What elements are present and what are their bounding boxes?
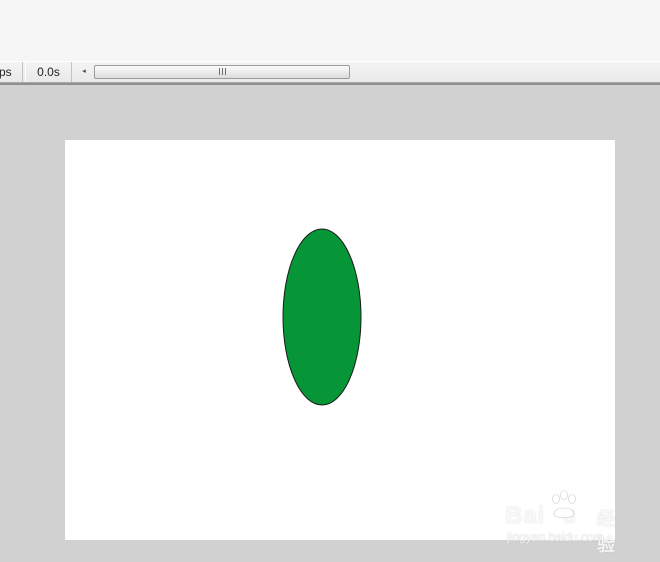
flash-editor-window: ps 0.0s ◂ Baiu 经验 jingya bbox=[0, 0, 660, 562]
scrollbar-grip-icon bbox=[219, 68, 227, 75]
top-panel bbox=[0, 0, 660, 62]
timeline-horizontal-scrollbar[interactable] bbox=[92, 64, 660, 80]
green-ellipse-shape[interactable] bbox=[282, 228, 362, 406]
paw-logo-icon bbox=[552, 490, 576, 519]
baidu-jingyan-watermark: Baiu 经验 jingyan.baidu.com bbox=[505, 488, 630, 555]
scrollbar-thumb[interactable] bbox=[94, 65, 350, 79]
frame-rate-readout[interactable]: ps bbox=[0, 62, 23, 82]
scroll-left-arrow-icon[interactable]: ◂ bbox=[78, 66, 90, 78]
stage-canvas[interactable] bbox=[65, 140, 615, 540]
timeline-status-bar: ps 0.0s ◂ bbox=[0, 61, 660, 83]
elapsed-time-readout[interactable]: 0.0s bbox=[25, 62, 72, 82]
watermark-url: jingyan.baidu.com bbox=[507, 530, 604, 544]
stage-artwork bbox=[282, 228, 362, 406]
watermark-logo-text: Bai bbox=[505, 502, 546, 529]
